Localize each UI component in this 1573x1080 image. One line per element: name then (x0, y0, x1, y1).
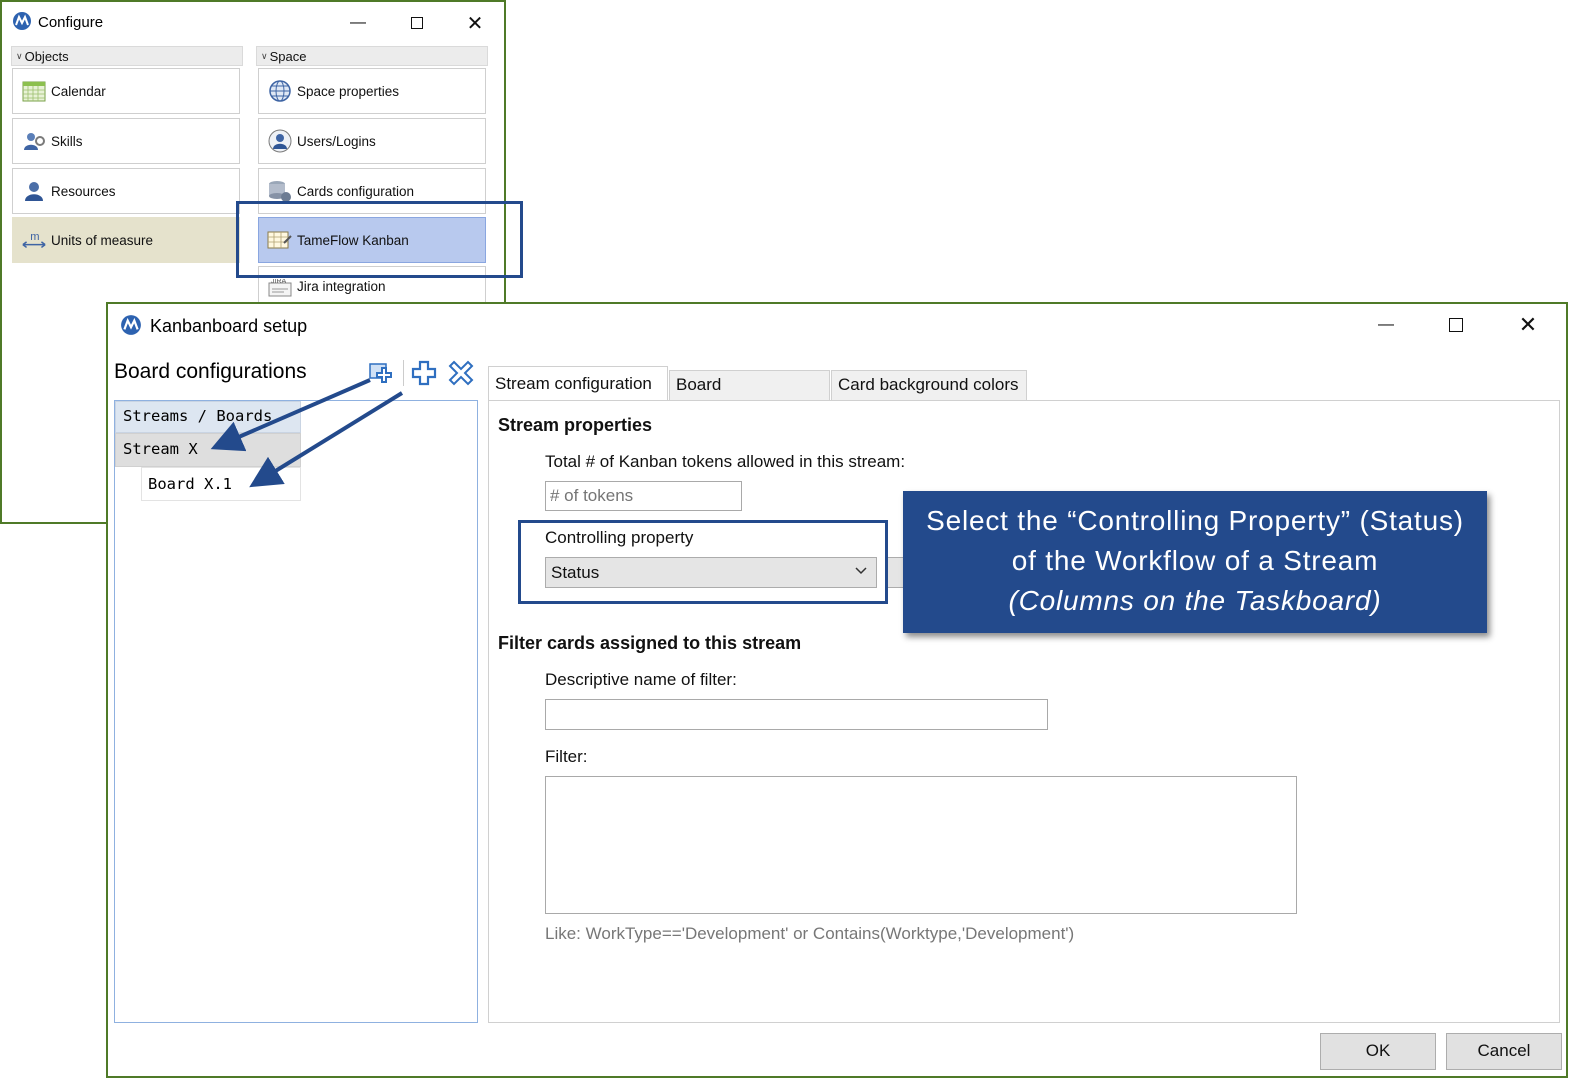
callout-line-3: (Columns on the Taskboard) (1008, 585, 1382, 616)
callout-line-2: of the Workflow of a Stream (1011, 545, 1379, 576)
annotation-callout: Select the “Controlling Property” (Statu… (903, 491, 1487, 633)
arrow-to-board (249, 391, 404, 488)
callout-line-1: Select the “Controlling Property” (Statu… (926, 505, 1464, 536)
arrow-to-stream (210, 378, 371, 452)
